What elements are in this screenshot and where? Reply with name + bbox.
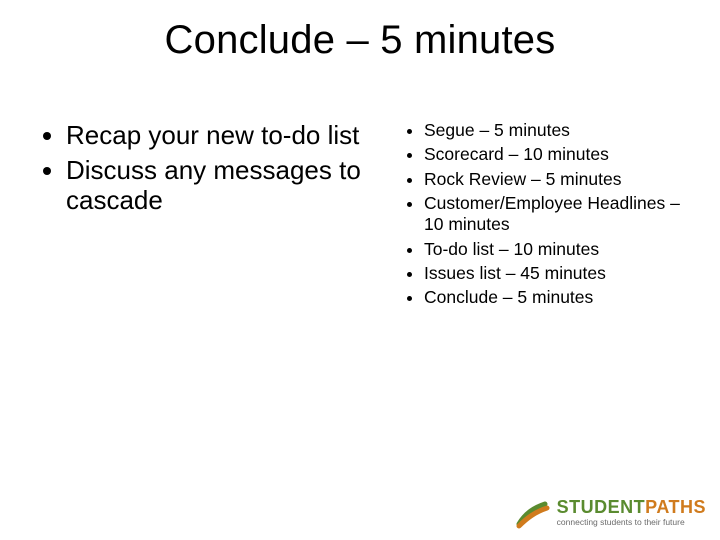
brand-logo: STUDENTPATHS connecting students to thei… [515,494,706,530]
list-item: Recap your new to-do list [66,120,372,151]
left-bullet-list: Recap your new to-do list Discuss any me… [42,120,372,216]
list-item: Rock Review – 5 minutes [424,169,700,190]
logo-word-2: PATHS [645,497,706,517]
logo-wordmark: STUDENTPATHS connecting students to thei… [557,498,706,527]
slide: Conclude – 5 minutes Recap your new to-d… [0,0,720,540]
list-item: Scorecard – 10 minutes [424,144,700,165]
logo-word-1: STUDENT [557,497,646,517]
right-bullet-list: Segue – 5 minutes Scorecard – 10 minutes… [400,120,700,309]
logo-text: STUDENTPATHS [557,498,706,516]
list-item: Customer/Employee Headlines – 10 minutes [424,193,700,236]
list-item: To-do list – 10 minutes [424,239,700,260]
list-item: Segue – 5 minutes [424,120,700,141]
list-item: Conclude – 5 minutes [424,287,700,308]
list-item: Discuss any messages to cascade [66,155,372,216]
logo-mark-icon [515,494,551,530]
slide-title: Conclude – 5 minutes [0,18,720,63]
right-column: Segue – 5 minutes Scorecard – 10 minutes… [400,120,700,312]
list-item: Issues list – 45 minutes [424,263,700,284]
left-column: Recap your new to-do list Discuss any me… [42,120,372,220]
logo-tagline: connecting students to their future [557,518,706,527]
